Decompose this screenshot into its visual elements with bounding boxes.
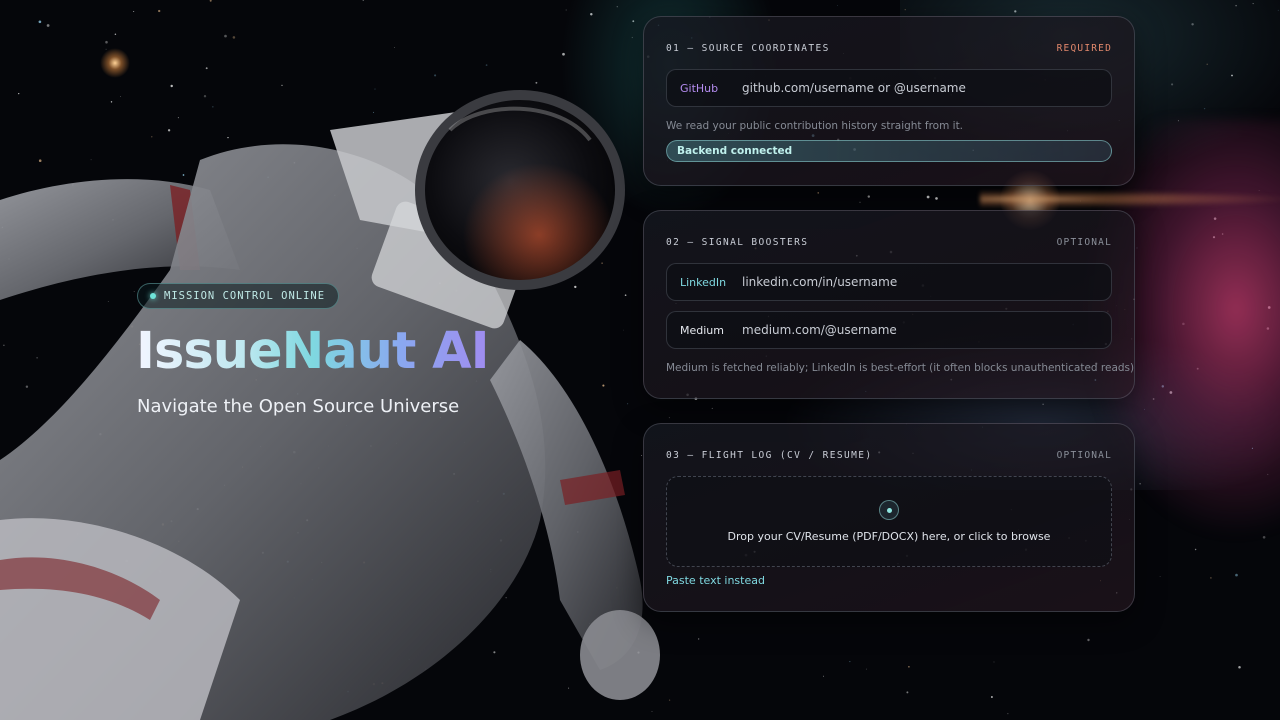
star [1238, 666, 1241, 669]
upload-icon [879, 500, 899, 520]
star [865, 668, 867, 670]
star [711, 407, 713, 409]
backend-status-badge: Backend connected [666, 140, 1112, 162]
star [993, 661, 995, 663]
star [224, 34, 227, 38]
star [849, 661, 851, 663]
star [926, 195, 930, 199]
linkedin-input[interactable] [742, 264, 1111, 300]
mission-status-badge: MISSION CONTROL ONLINE [137, 283, 340, 309]
panel-title: 03 — FLIGHT LOG (CV / RESUME) [666, 449, 873, 461]
star [1159, 576, 1161, 577]
star [1007, 713, 1009, 715]
star [133, 11, 135, 12]
github-hint: We read your public contribution history… [666, 120, 964, 132]
github-label: GitHub [680, 81, 719, 95]
paste-text-link[interactable]: Paste text instead [666, 574, 765, 587]
star [1087, 638, 1090, 642]
linkedin-field[interactable]: LinkedIn [666, 263, 1112, 301]
panel-header: 01 — SOURCE COORDINATES REQUIRED [666, 41, 1112, 55]
panel-title: 02 — SIGNAL BOOSTERS [666, 236, 809, 248]
light-streak [980, 190, 1280, 208]
star [114, 33, 117, 36]
star [823, 675, 824, 677]
star [1210, 577, 1212, 579]
panel-flight-log: 03 — FLIGHT LOG (CV / RESUME) OPTIONAL D… [643, 423, 1135, 612]
star [232, 36, 236, 39]
signal-boosters-hint: Medium is fetched reliably; LinkedIn is … [666, 362, 1135, 374]
star [867, 195, 870, 198]
medium-field[interactable]: Medium [666, 311, 1112, 349]
star [908, 665, 910, 668]
linkedin-label: LinkedIn [680, 275, 727, 289]
star [209, 0, 212, 2]
star [906, 691, 909, 694]
panel-title: 01 — SOURCE COORDINATES [666, 42, 830, 54]
optional-tag: OPTIONAL [1056, 449, 1112, 461]
panel-signal-boosters: 02 — SIGNAL BOOSTERS OPTIONAL LinkedIn M… [643, 210, 1135, 399]
star [158, 9, 161, 13]
star [362, 0, 365, 1]
medium-label: Medium [680, 323, 724, 337]
cv-dropzone[interactable]: Drop your CV/Resume (PDF/DOCX) here, or … [666, 476, 1112, 567]
required-tag: REQUIRED [1056, 42, 1112, 54]
app-tagline: Navigate the Open Source Universe [137, 396, 460, 417]
dropzone-text: Drop your CV/Resume (PDF/DOCX) here, or … [727, 530, 1051, 543]
star [859, 201, 861, 203]
github-input[interactable] [742, 70, 1111, 106]
star [990, 696, 993, 698]
star [38, 20, 42, 24]
star [46, 24, 50, 27]
app-title: IssueNaut AI [136, 322, 490, 381]
status-dot-icon [150, 293, 156, 299]
panel-header: 02 — SIGNAL BOOSTERS OPTIONAL [666, 235, 1112, 249]
backend-status-text: Backend connected [677, 145, 793, 157]
star [935, 197, 938, 200]
medium-input[interactable] [742, 312, 1111, 348]
optional-tag: OPTIONAL [1056, 236, 1112, 248]
star [837, 5, 839, 6]
star [1235, 573, 1238, 577]
badge-label: MISSION CONTROL ONLINE [164, 290, 326, 302]
star [817, 192, 819, 194]
panel-source-coordinates: 01 — SOURCE COORDINATES REQUIRED GitHub … [643, 16, 1135, 186]
github-field[interactable]: GitHub [666, 69, 1112, 107]
star [1194, 548, 1197, 551]
panel-header: 03 — FLIGHT LOG (CV / RESUME) OPTIONAL [666, 448, 1112, 462]
